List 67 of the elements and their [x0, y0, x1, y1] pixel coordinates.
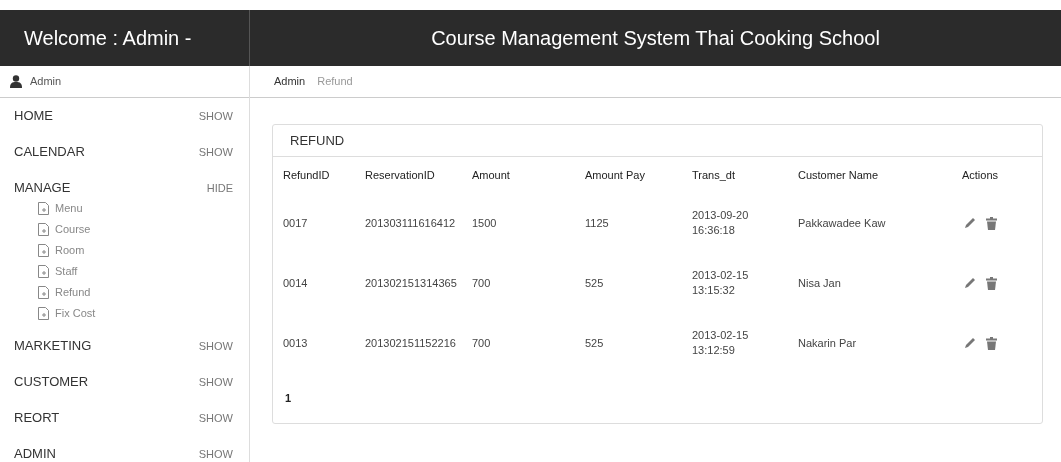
- breadcrumb-link[interactable]: Refund: [317, 73, 353, 90]
- toggle-link[interactable]: SHOW: [198, 409, 233, 427]
- toggle-link[interactable]: SHOW: [198, 373, 233, 391]
- submenu-item[interactable]: Fix Cost: [55, 305, 96, 322]
- column-header: Trans_dt: [692, 167, 736, 183]
- edit-icon[interactable]: [963, 337, 976, 349]
- submenu-item[interactable]: Menu: [55, 200, 83, 217]
- user-icon: [10, 75, 22, 88]
- submenu-item[interactable]: Room: [55, 242, 85, 259]
- table-cell-text: Nakarin Par: [798, 335, 858, 351]
- document-icon: [38, 265, 49, 278]
- toggle-link[interactable]: SHOW: [198, 337, 233, 355]
- submenu-item[interactable]: Staff: [55, 263, 78, 280]
- table-cell-text: 201303111616412: [365, 215, 457, 231]
- table-cell-text: Pakkawadee Kaw: [798, 215, 887, 231]
- table-cell-text: 2013-02-15: [692, 268, 750, 283]
- column-header: RefundID: [283, 167, 331, 183]
- delete-icon[interactable]: [985, 336, 997, 350]
- table-cell-text: 2013-09-20: [692, 208, 750, 223]
- menu-section[interactable]: MARKETING SHOW: [0, 328, 249, 364]
- table-cell-text: 1125: [585, 215, 610, 231]
- submenu-item[interactable]: Course: [55, 221, 91, 238]
- document-icon: [38, 244, 49, 257]
- menu-section[interactable]: REORT SHOW: [0, 400, 249, 436]
- document-icon: [38, 307, 49, 320]
- table-cell-text: 2013-02-15: [692, 328, 750, 343]
- menu-section[interactable]: CALENDAR SHOW: [0, 134, 249, 170]
- page-link[interactable]: 1: [285, 389, 292, 407]
- table-cell-text: 0017: [283, 215, 309, 231]
- toggle-link[interactable]: HIDE: [206, 179, 233, 197]
- edit-icon[interactable]: [963, 217, 976, 229]
- menu-section[interactable]: ADMIN SHOW: [0, 436, 249, 462]
- toggle-link[interactable]: SHOW: [198, 143, 233, 161]
- user-name: Admin: [30, 74, 62, 90]
- table-cell-text: 700: [472, 275, 492, 291]
- submenu-item[interactable]: Refund: [55, 284, 91, 301]
- table-cell-text: 201302151152216: [365, 335, 457, 351]
- column-header: ReservationID: [365, 167, 436, 183]
- column-header: Amount Pay: [585, 167, 646, 183]
- menu-section[interactable]: HOME SHOW: [0, 98, 249, 134]
- delete-icon[interactable]: [985, 276, 997, 290]
- table-cell-text: 16:36:18: [692, 223, 736, 238]
- panel-title: REFUND: [290, 131, 345, 150]
- table-cell-text: 0013: [283, 335, 309, 351]
- breadcrumb-link[interactable]: Admin: [274, 73, 306, 90]
- table-cell-text: Nisa Jan: [798, 275, 842, 291]
- table-cell-text: 13:12:59: [692, 343, 736, 358]
- table-cell-text: 525: [585, 275, 605, 291]
- document-icon: [38, 202, 49, 215]
- document-icon: [38, 223, 49, 236]
- column-header: Actions: [960, 167, 1000, 183]
- table-cell-text: 201302151314365: [365, 275, 458, 291]
- table-cell-text: 1500: [472, 215, 498, 231]
- table-cell-text: 13:15:32: [692, 283, 736, 298]
- toggle-link[interactable]: SHOW: [198, 445, 233, 462]
- document-icon: [38, 286, 49, 299]
- column-header: Amount: [472, 167, 511, 183]
- edit-icon[interactable]: [963, 277, 976, 289]
- table-cell-text: 525: [585, 335, 605, 351]
- column-header: Customer Name: [798, 167, 880, 183]
- delete-icon[interactable]: [985, 216, 997, 230]
- app-title: Course Management System Thai Cooking School: [431, 26, 880, 51]
- menu-section[interactable]: CUSTOMER SHOW: [0, 364, 249, 400]
- table-cell-text: 700: [472, 335, 492, 351]
- table-cell-text: 0014: [283, 275, 309, 291]
- welcome-text: Welcome : Admin -: [24, 26, 192, 51]
- toggle-link[interactable]: SHOW: [198, 107, 233, 125]
